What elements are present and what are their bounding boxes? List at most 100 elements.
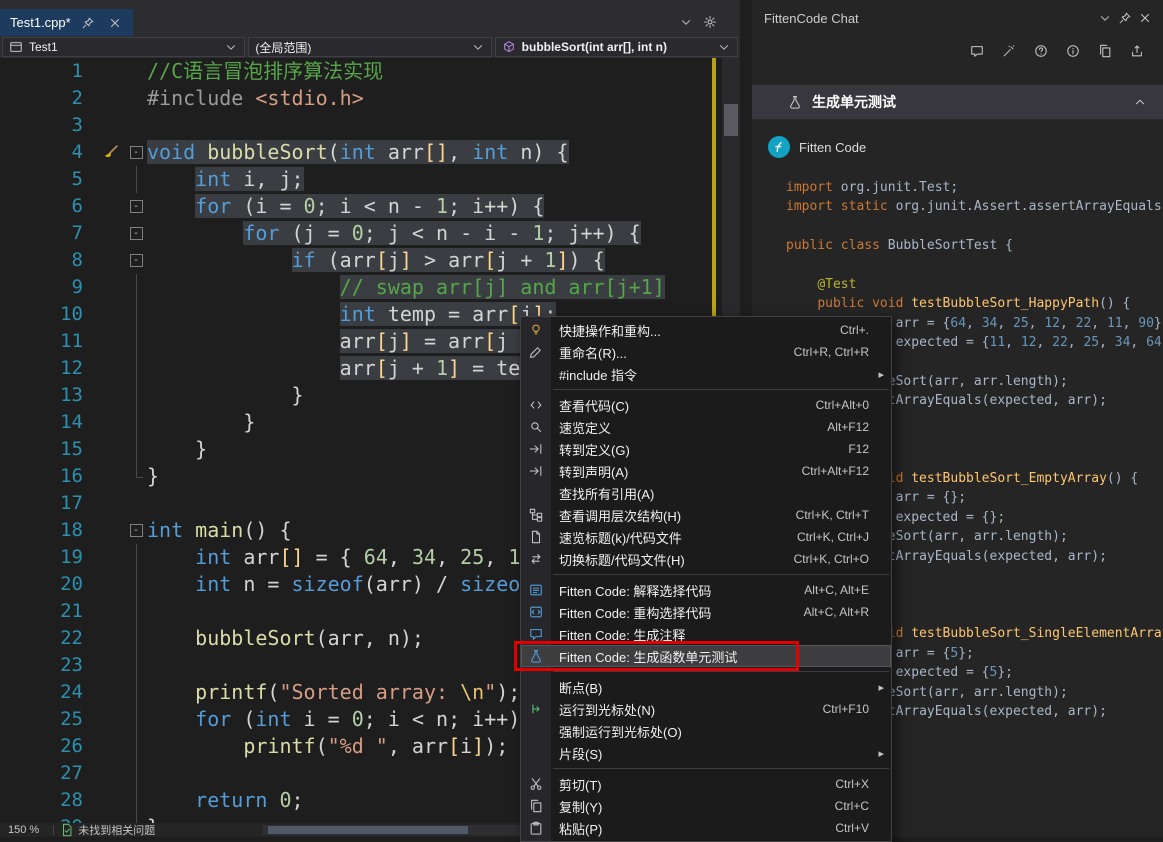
- code-text[interactable]: }: [147, 382, 304, 409]
- unit-test-section-header[interactable]: 生成单元测试: [752, 84, 1163, 120]
- menu-item[interactable]: 转到定义(G) F12: [521, 438, 891, 460]
- help-icon[interactable]: [1031, 41, 1051, 61]
- code-text[interactable]: }: [147, 409, 255, 436]
- menu-item[interactable]: 速览标题(k)/代码文件 Ctrl+K, Ctrl+J: [521, 526, 891, 548]
- code-line[interactable]: 7 - for (j = 0; j < n - i - 1; j++) {: [0, 220, 712, 247]
- menu-item[interactable]: 切换标题/代码文件(H) Ctrl+K, Ctrl+O: [521, 548, 891, 570]
- code-text[interactable]: arr[j] = arr[j + 1];: [147, 328, 581, 355]
- code-line[interactable]: 6 - for (i = 0; i < n - 1; i++) {: [0, 193, 712, 220]
- menu-item[interactable]: Fitten Code: 解释选择代码 Alt+C, Alt+E: [521, 579, 891, 601]
- code-text[interactable]: printf("%d ", arr[i]);: [147, 733, 508, 760]
- gear-icon[interactable]: [700, 12, 720, 32]
- code-text[interactable]: bubbleSort(arr, n);: [147, 625, 424, 652]
- code-text[interactable]: int temp = arr[j];: [147, 301, 557, 328]
- lightbulb-icon: [521, 323, 551, 337]
- menu-item[interactable]: 查看调用层次结构(H) Ctrl+K, Ctrl+T: [521, 504, 891, 526]
- code-line[interactable]: 9 // swap arr[j] and arr[j+1]: [0, 274, 712, 301]
- code-text[interactable]: //C语言冒泡排序算法实现: [147, 58, 383, 85]
- scope-dropdown[interactable]: (全局范围): [248, 37, 492, 57]
- menu-item[interactable]: 重命名(R)... Ctrl+R, Ctrl+R: [521, 341, 891, 363]
- close-icon[interactable]: [105, 13, 125, 33]
- document-dropdown-icon[interactable]: [676, 12, 696, 32]
- code-text[interactable]: arr[j + 1] = temp;: [147, 355, 557, 382]
- export-icon[interactable]: [1127, 41, 1147, 61]
- fold-toggle-icon[interactable]: -: [129, 146, 143, 159]
- code-text[interactable]: return 0;: [147, 787, 303, 814]
- glyph-margin: [95, 436, 125, 463]
- project-dropdown[interactable]: Test1: [2, 37, 246, 57]
- tab-test1-cpp[interactable]: Test1.cpp*: [0, 9, 133, 36]
- code-text[interactable]: int i, j;: [147, 166, 304, 193]
- fold-toggle-icon[interactable]: -: [129, 200, 143, 213]
- code-text[interactable]: for (i = 0; i < n - 1; i++) {: [147, 193, 545, 220]
- menu-item[interactable]: Fitten Code: 重构选择代码 Alt+C, Alt+R: [521, 601, 891, 623]
- glyph-margin: [95, 706, 125, 733]
- menu-item-shortcut: Alt+C, Alt+R: [803, 605, 869, 619]
- code-text[interactable]: // swap arr[j] and arr[j+1]: [147, 274, 665, 301]
- code-text[interactable]: }: [147, 463, 159, 490]
- code-line[interactable]: 4 - void bubbleSort(int arr[], int n) {: [0, 139, 712, 166]
- fold-margin: [125, 733, 147, 760]
- copy-icon[interactable]: [1095, 41, 1115, 61]
- glyph-margin: [95, 166, 125, 193]
- member-dropdown[interactable]: bubbleSort(int arr[], int n): [494, 37, 738, 57]
- menu-item[interactable]: 运行到光标处(N) Ctrl+F10: [521, 698, 891, 720]
- code-line[interactable]: 5 int i, j;: [0, 166, 712, 193]
- menu-item[interactable]: #include 指令 ▸: [521, 363, 891, 385]
- menu-item[interactable]: Fitten Code: 生成函数单元测试: [521, 645, 891, 667]
- menu-item[interactable]: Fitten Code: 生成注释: [521, 623, 891, 645]
- wand-icon[interactable]: [999, 41, 1019, 61]
- code-line[interactable]: 2 #include <stdio.h>: [0, 85, 712, 112]
- comment-icon[interactable]: [967, 41, 987, 61]
- fold-margin[interactable]: -: [125, 247, 147, 274]
- menu-item-label: 查看调用层次结构(H): [559, 508, 682, 524]
- collapse-icon[interactable]: [1133, 95, 1147, 109]
- code-text[interactable]: #include <stdio.h>: [147, 85, 364, 112]
- panel-close-icon[interactable]: [1135, 8, 1155, 28]
- menu-item[interactable]: 查找所有引用(A): [521, 482, 891, 504]
- code-line[interactable]: 8 - if (arr[j] > arr[j + 1]) {: [0, 247, 712, 274]
- horizontal-scrollbar-thumb[interactable]: [268, 826, 468, 834]
- chat-code-line: public class BubbleSortTest {: [786, 238, 1013, 254]
- panel-pin-icon[interactable]: [1115, 8, 1135, 28]
- menu-item[interactable]: 强制运行到光标处(O): [521, 720, 891, 742]
- code-line[interactable]: 3: [0, 112, 712, 139]
- menu-item[interactable]: 粘贴(P) Ctrl+V: [521, 817, 891, 839]
- code-text[interactable]: printf("Sorted array: \n");: [147, 679, 520, 706]
- pin-icon[interactable]: [78, 13, 98, 33]
- menu-item[interactable]: 复制(Y) Ctrl+C: [521, 795, 891, 817]
- code-text[interactable]: void bubbleSort(int arr[], int n) {: [147, 139, 569, 166]
- code-line[interactable]: 1 //C语言冒泡排序算法实现: [0, 58, 712, 85]
- code-text[interactable]: int main() {: [147, 517, 292, 544]
- info-icon[interactable]: [1063, 41, 1083, 61]
- menu-item[interactable]: 快捷操作和重构... Ctrl+.: [521, 319, 891, 341]
- fold-margin[interactable]: -: [125, 220, 147, 247]
- fold-margin[interactable]: -: [125, 193, 147, 220]
- fold-toggle-icon[interactable]: -: [129, 227, 143, 240]
- fold-margin[interactable]: -: [125, 139, 147, 166]
- zoom-control[interactable]: 150 %: [0, 824, 47, 836]
- menu-item[interactable]: 查看代码(C) Ctrl+Alt+0: [521, 394, 891, 416]
- document-health-icon[interactable]: [60, 823, 74, 837]
- fold-toggle-icon[interactable]: -: [129, 254, 143, 267]
- code-text[interactable]: for (int i = 0; i < n; i++): [147, 706, 520, 733]
- tab-title: Test1.cpp*: [10, 15, 71, 30]
- code-text[interactable]: for (j = 0; j < n - i - 1; j++) {: [147, 220, 641, 247]
- line-number: 28: [60, 789, 83, 811]
- menu-item-label: 片段(S): [559, 746, 603, 762]
- line-number: 15: [60, 438, 83, 460]
- menu-item-label: Fitten Code: 重构选择代码: [559, 605, 712, 621]
- fold-margin[interactable]: -: [125, 517, 147, 544]
- line-number: 11: [60, 330, 83, 352]
- line-number: 13: [60, 384, 83, 406]
- menu-item[interactable]: 断点(B) ▸: [521, 676, 891, 698]
- panel-dropdown-icon[interactable]: [1095, 8, 1115, 28]
- menu-item[interactable]: 剪切(T) Ctrl+X: [521, 773, 891, 795]
- line-number: 10: [60, 303, 83, 325]
- fold-toggle-icon[interactable]: -: [129, 524, 143, 537]
- code-text[interactable]: if (arr[j] > arr[j + 1]) {: [147, 247, 605, 274]
- code-text[interactable]: }: [147, 436, 207, 463]
- menu-item[interactable]: 片段(S) ▸: [521, 742, 891, 764]
- menu-item[interactable]: 转到声明(A) Ctrl+Alt+F12: [521, 460, 891, 482]
- menu-item[interactable]: 速览定义 Alt+F12: [521, 416, 891, 438]
